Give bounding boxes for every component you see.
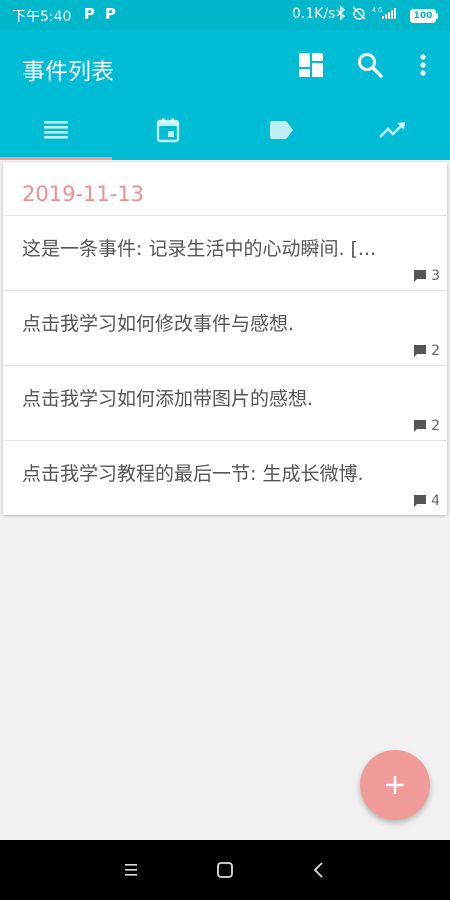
- comment-count: 2: [413, 418, 440, 434]
- comment-icon: [414, 495, 427, 507]
- tab-tags[interactable]: [225, 100, 337, 160]
- more-vert-icon: [420, 54, 426, 76]
- comment-icon: [414, 270, 427, 282]
- svg-text:4G: 4G: [372, 7, 384, 14]
- alarm-off-icon: [352, 6, 366, 20]
- comment-count-value: 2: [431, 343, 440, 359]
- back-button[interactable]: [306, 857, 332, 883]
- tab-trends[interactable]: [337, 100, 449, 160]
- system-nav-bar: [0, 840, 450, 900]
- signal-icon: 4G: [372, 7, 396, 19]
- bluetooth-icon: [336, 5, 346, 21]
- trending-up-icon: [379, 122, 405, 138]
- tab-bar: [0, 100, 450, 160]
- calendar-icon: [156, 118, 180, 143]
- comment-count: 4: [413, 493, 440, 509]
- event-item[interactable]: 点击我学习如何添加带图片的感想. 2: [3, 365, 447, 441]
- event-item[interactable]: 点击我学习如何修改事件与感想. 2: [3, 290, 447, 366]
- event-text: 点击我学习教程的最后一节: 生成长微博.: [22, 463, 364, 485]
- event-item[interactable]: 这是一条事件: 记录生活中的心动瞬间. [... 3: [3, 215, 447, 291]
- event-card: 2019-11-13 这是一条事件: 记录生活中的心动瞬间. [... 3 点击…: [3, 162, 447, 515]
- more-options-button[interactable]: [408, 50, 438, 80]
- tag-icon: [270, 121, 293, 139]
- event-date: 2019-11-13: [22, 182, 145, 206]
- home-button[interactable]: [212, 857, 238, 883]
- network-speed: 0.1K/s: [292, 6, 336, 22]
- selected-tab-indicator: [0, 157, 112, 160]
- page-title: 事件列表: [22, 59, 114, 85]
- search-button[interactable]: [355, 50, 385, 80]
- event-item[interactable]: 点击我学习教程的最后一节: 生成长微博. 4: [3, 440, 447, 516]
- parking-notification-icon: P: [105, 5, 116, 23]
- comment-count: 3: [413, 268, 440, 284]
- comment-count: 2: [413, 343, 440, 359]
- app-bar: 事件列表: [0, 30, 450, 160]
- add-icon: [386, 776, 404, 794]
- dashboard-button[interactable]: [296, 50, 326, 80]
- status-icons: 4G: [336, 5, 398, 21]
- search-icon: [358, 53, 383, 78]
- back-icon: [313, 862, 323, 878]
- menu-icon: [125, 864, 137, 876]
- tab-calendar[interactable]: [112, 100, 224, 160]
- status-time: 下午5:40: [12, 9, 72, 25]
- home-icon: [217, 862, 233, 878]
- list-icon: [44, 121, 68, 139]
- add-event-button[interactable]: [360, 750, 430, 820]
- tab-list[interactable]: [0, 100, 112, 160]
- comment-count-value: 3: [431, 268, 440, 284]
- comment-count-value: 4: [431, 493, 440, 509]
- event-text: 点击我学习如何添加带图片的感想.: [22, 388, 314, 410]
- comment-icon: [414, 420, 427, 432]
- status-bar: 下午5:40 P P 0.1K/s 4G 100: [0, 0, 450, 30]
- comment-icon: [414, 345, 427, 357]
- dashboard-icon: [299, 53, 323, 77]
- event-text: 点击我学习如何修改事件与感想.: [22, 313, 295, 335]
- comment-count-value: 2: [431, 418, 440, 434]
- recents-button[interactable]: [118, 857, 144, 883]
- event-text: 这是一条事件: 记录生活中的心动瞬间. [...: [22, 238, 377, 260]
- parking-notification-icon: P: [84, 5, 95, 23]
- battery-indicator: 100: [410, 9, 438, 23]
